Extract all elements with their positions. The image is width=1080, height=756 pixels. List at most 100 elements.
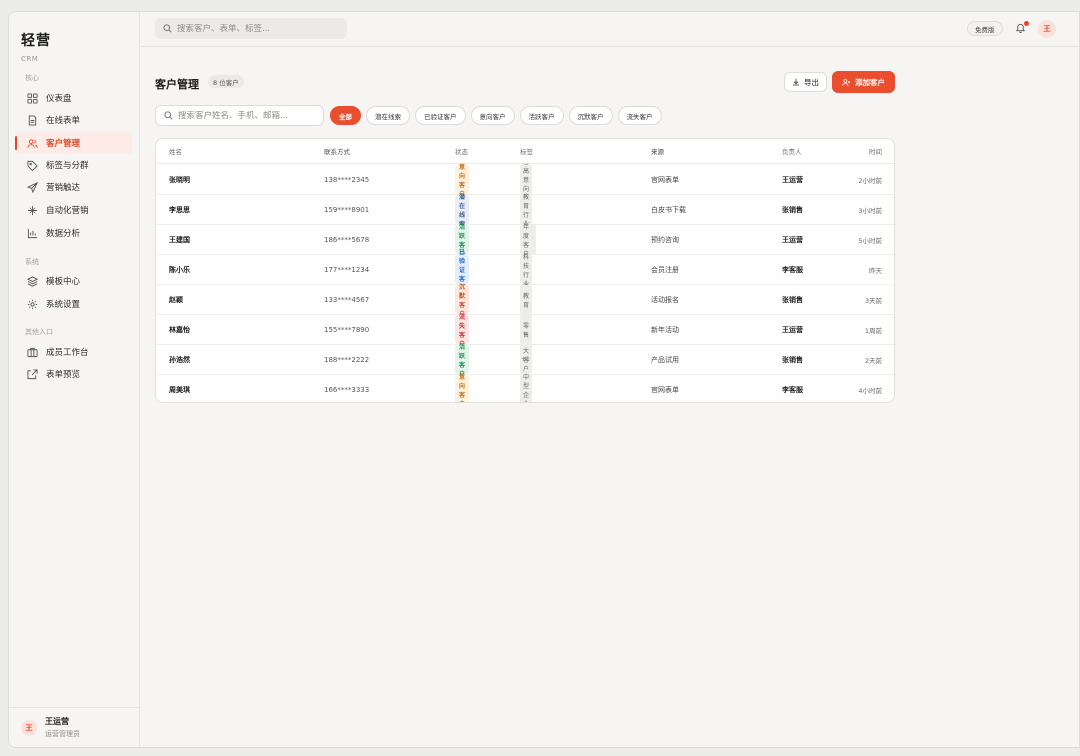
table-row[interactable]: 张晓明138****2345意向客户活动报名高意向官网表单王运营2小时前 (156, 164, 894, 198)
sidebar-item-marketing[interactable]: 营销触达 (15, 176, 132, 198)
sidebar-item-settings[interactable]: 系统设置 (15, 293, 132, 315)
brand: 轻营 CRM (21, 30, 51, 63)
column-header-owner[interactable]: 负责人 (782, 139, 802, 163)
customer-source: 白皮书下载 (651, 205, 686, 214)
customer-phone: 138****2345 (324, 175, 370, 184)
column-header-source[interactable]: 来源 (651, 139, 664, 163)
main-content: 客户管理 8 位客户 导出 添加客户 全部潜在线索已验证客户意向客户活跃客户沉默… (141, 48, 1079, 747)
filter-chip[interactable]: 全部 (330, 106, 361, 125)
notification-button[interactable] (1015, 21, 1029, 36)
column-header-name[interactable]: 姓名 (169, 139, 182, 163)
tag-chip: 年度客户 (520, 224, 533, 258)
filter-chip[interactable]: 潜在线索 (366, 106, 410, 125)
sidebar-item-label: 标签与分群 (46, 161, 89, 171)
customer-name: 王建国 (169, 235, 190, 244)
customer-owner: 王运营 (782, 235, 803, 244)
table-row[interactable]: 周美琪166****3333意向客户设计中型企业官网表单李客服4小时前 (156, 374, 894, 402)
table-row[interactable]: 赵颖133****4567沉默客户培训教育活动报名张销售3天前 (156, 284, 894, 318)
add-customer-label: 添加客户 (855, 77, 885, 87)
column-header-tags[interactable]: 标签 (520, 139, 533, 163)
customer-time: 3小时前 (858, 206, 882, 215)
user-avatar-button[interactable]: 王 (1038, 20, 1056, 38)
sidebar-item-label: 在线表单 (46, 116, 81, 126)
sidebar-item-templates[interactable]: 模板中心 (15, 270, 132, 292)
sidebar-item-label: 成员工作台 (46, 348, 89, 358)
status-filter-group: 全部 潜在线索 已验证客户 意向客户 活跃客户 沉默客户 流失客户 (330, 106, 662, 125)
sidebar-item-label: 自动化营销 (46, 206, 89, 216)
table-row[interactable]: 李思思159****8901潜在线索白皮书教育行业白皮书下载张销售3小时前 (156, 194, 894, 228)
status-badge: 意向客户 (455, 164, 470, 198)
tag-icon (25, 158, 39, 172)
sidebar-item-dashboard[interactable]: 仪表盘 (15, 87, 132, 109)
sidebar-item-workbench[interactable]: 成员工作台 (15, 341, 132, 363)
download-icon (792, 78, 800, 86)
page-title: 客户管理 (155, 78, 199, 91)
filter-chip[interactable]: 流失客户 (617, 106, 662, 125)
customer-time: 2小时前 (858, 176, 882, 185)
tag-chip: 零售 (520, 315, 533, 344)
customer-time: 2天前 (864, 356, 882, 365)
nav-section-core: 核心 (25, 74, 39, 82)
status-badge: 沉默客户 (455, 284, 470, 318)
sidebar-item-customers[interactable]: 客户管理 (15, 132, 132, 154)
filter-chip[interactable]: 活跃客户 (519, 106, 564, 125)
workbench-icon (25, 345, 39, 359)
filter-chip[interactable]: 沉默客户 (568, 106, 613, 125)
filter-chip[interactable]: 已验证客户 (415, 106, 466, 125)
customer-source: 官网表单 (651, 175, 679, 184)
status-badge: 已验证客户 (455, 249, 470, 292)
sidebar-item-form-preview[interactable]: 表单预览 (15, 363, 132, 385)
global-search-input[interactable] (177, 23, 337, 34)
customer-owner: 王运营 (782, 175, 803, 184)
app-window: 轻营 CRM 核心 仪表盘 在线表单 客户管理 标签与分群 营销触达 自动化营销 (8, 11, 1080, 748)
sidebar-item-label: 仪表盘 (46, 94, 72, 104)
sidebar-item-automation[interactable]: 自动化营销 (15, 199, 132, 221)
sidebar-item-tags[interactable]: 标签与分群 (15, 154, 132, 176)
customer-source: 官网表单 (651, 386, 679, 394)
brand-name: 轻营 (21, 33, 51, 49)
search-icon (163, 24, 172, 33)
customer-name: 周美琪 (169, 386, 190, 394)
column-header-phone[interactable]: 联系方式 (324, 139, 350, 163)
table-row[interactable]: 林嘉怡 155****7890 流失客户 零售 新年活动 王运营 1周前 (156, 314, 894, 348)
form-icon (25, 113, 39, 127)
table-row[interactable]: 陈小乐177****1234已验证客户会员注册科技行业会员注册李客服昨天 (156, 249, 894, 292)
customer-time: 5小时前 (858, 236, 882, 245)
sidebar-item-label: 数据分析 (46, 229, 81, 239)
more-tags-count: +1 (521, 356, 530, 363)
table-row[interactable]: 王建国186****5678活跃客户VIP年度客户预约咨询王运营5小时前 (156, 224, 894, 258)
sidebar-item-analytics[interactable]: 数据分析 (15, 222, 132, 244)
customer-owner: 王运营 (782, 325, 803, 334)
table-row[interactable]: 孙浩然188****2222活跃客户技术大客户+1产品试用张销售2天前 (156, 344, 894, 378)
tag-chip: 教育 (520, 285, 533, 314)
sidebar: 轻营 CRM 核心 仪表盘 在线表单 客户管理 标签与分群 营销触达 自动化营销 (9, 12, 140, 747)
tag-chip: 高意向 (520, 165, 533, 194)
status-badge: 流失客户 (455, 314, 470, 348)
plan-badge[interactable]: 免费版 (967, 21, 1003, 36)
sidebar-item-label: 表单预览 (46, 370, 81, 380)
customer-source: 活动报名 (651, 295, 679, 304)
customer-source: 会员注册 (651, 265, 679, 274)
customer-search[interactable] (155, 105, 324, 126)
current-user[interactable]: 王 王运营 运营管理员 (9, 707, 140, 747)
sidebar-item-label: 客户管理 (46, 139, 81, 149)
status-badge: 活跃客户 (455, 344, 470, 378)
automation-icon (25, 203, 39, 217)
filter-chip[interactable]: 意向客户 (470, 106, 515, 125)
dashboard-icon (25, 91, 39, 105)
customer-phone: 133****4567 (324, 295, 370, 304)
customer-phone: 188****2222 (324, 355, 370, 364)
sidebar-item-forms[interactable]: 在线表单 (15, 109, 132, 131)
customer-time: 3天前 (864, 296, 882, 305)
column-header-time[interactable]: 时间 (869, 139, 882, 163)
sidebar-item-label: 营销触达 (46, 183, 81, 193)
column-header-status[interactable]: 状态 (455, 139, 468, 163)
customer-phone: 155****7890 (324, 325, 370, 334)
nav-section-other: 其他入口 (25, 328, 53, 336)
customer-phone: 159****8901 (324, 205, 370, 214)
nav-section-system: 系统 (25, 258, 39, 266)
export-button[interactable]: 导出 (784, 72, 827, 92)
add-customer-button[interactable]: 添加客户 (832, 71, 895, 93)
global-search[interactable] (155, 18, 347, 39)
customer-search-input[interactable] (178, 110, 308, 121)
